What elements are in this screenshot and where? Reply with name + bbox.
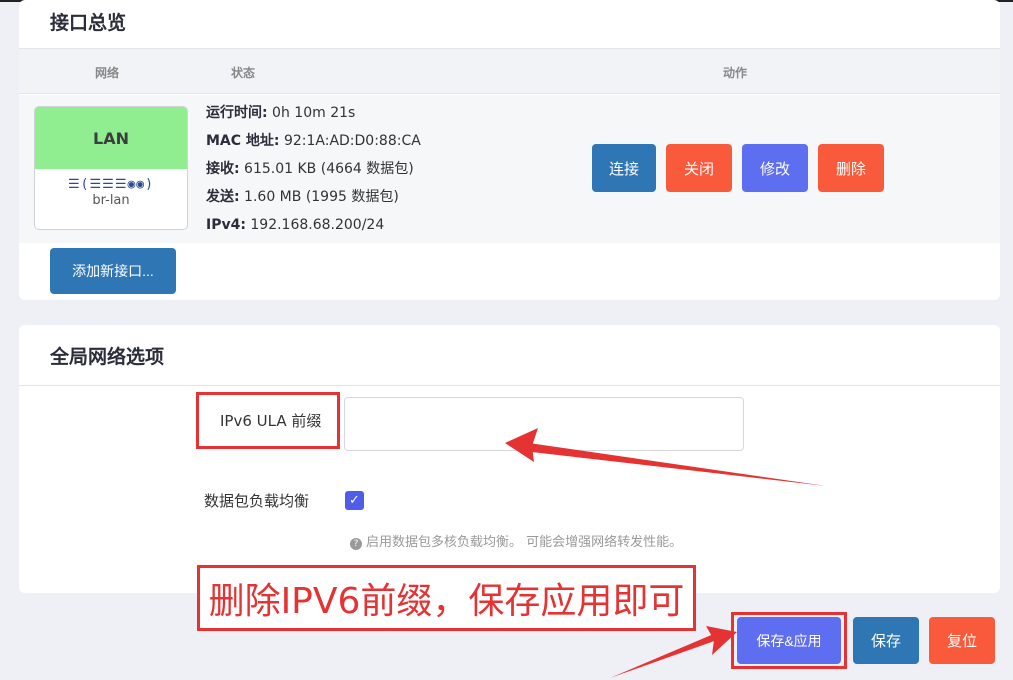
arrow-to-save-apply xyxy=(610,626,737,678)
arrow-to-ula-input xyxy=(505,428,826,486)
annotation-arrows xyxy=(505,428,826,678)
